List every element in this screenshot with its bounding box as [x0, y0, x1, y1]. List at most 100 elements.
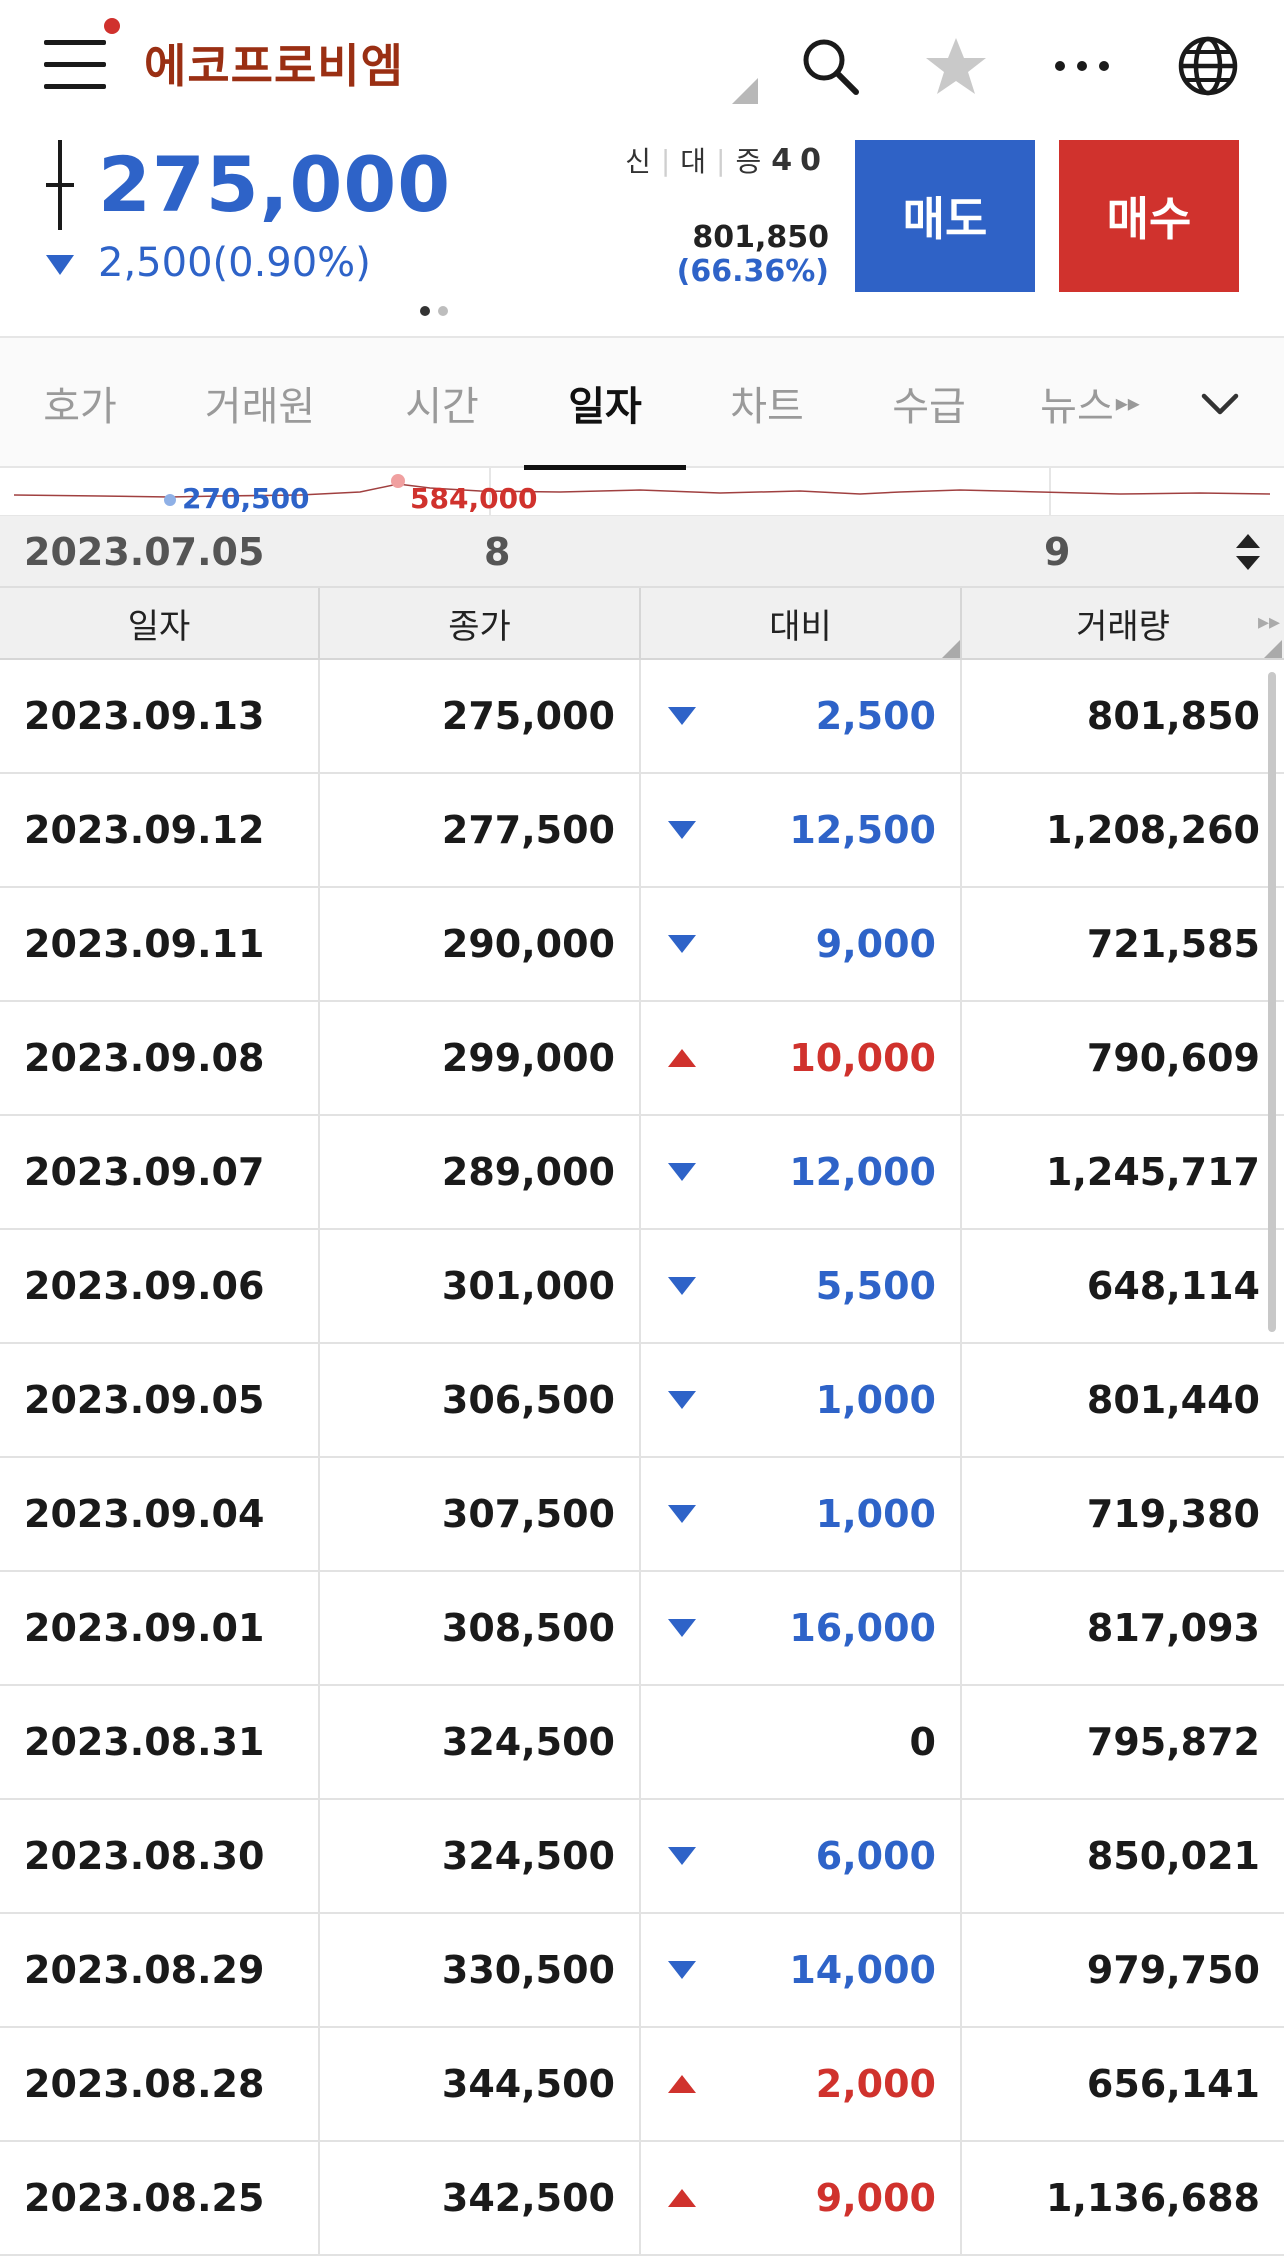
table-row[interactable]: 2023.08.28 344,500 2,000 656,141 — [0, 2028, 1284, 2142]
cell-date: 2023.08.31 — [0, 1686, 320, 1798]
table-row[interactable]: 2023.09.11 290,000 9,000 721,585 — [0, 888, 1284, 1002]
credit-label-2: 대 — [680, 145, 707, 178]
cell-date: 2023.09.08 — [0, 1002, 320, 1114]
cell-close: 299,000 — [320, 1002, 641, 1114]
cell-date: 2023.09.04 — [0, 1458, 320, 1570]
column-header-volume[interactable]: 거래량 — [962, 588, 1284, 658]
volume-column-corner[interactable] — [1264, 640, 1282, 658]
table-row[interactable]: 2023.08.31 324,500 0 795,872 — [0, 1686, 1284, 1800]
tab-news[interactable]: 뉴스 ▸▸ — [1010, 338, 1170, 468]
table-row[interactable]: 2023.09.04 307,500 1,000 719,380 — [0, 1458, 1284, 1572]
cell-volume: 719,380 — [1086, 1492, 1260, 1536]
table-row[interactable]: 2023.08.29 330,500 14,000 979,750 — [0, 1914, 1284, 2028]
daily-price-table: 2023.09.13 275,000 2,500 801,850 2023.09… — [0, 660, 1284, 2256]
date-range-bar[interactable]: 2023.07.05 8 9 — [0, 516, 1284, 588]
column-header-close[interactable]: 종가 — [320, 588, 641, 658]
cell-date: 2023.09.06 — [0, 1230, 320, 1342]
cell-diff: 9,000 — [641, 888, 962, 1000]
credit-label-3: 증 — [735, 145, 762, 178]
buy-button[interactable]: 매수 — [1059, 140, 1239, 292]
cell-close: 324,500 — [320, 1686, 641, 1798]
tab-brokers[interactable]: 거래원 — [160, 338, 360, 468]
cell-close: 308,500 — [320, 1572, 641, 1684]
cell-date: 2023.09.05 — [0, 1344, 320, 1456]
app-header: 에코프로비엠 — [0, 0, 1284, 130]
globe-icon[interactable] — [1170, 28, 1246, 104]
mini-price-chart[interactable]: 270,500 584,000 — [0, 468, 1284, 516]
cell-close: 289,000 — [320, 1116, 641, 1228]
tab-chart[interactable]: 차트 — [686, 338, 848, 468]
table-scrollbar[interactable] — [1268, 672, 1276, 1332]
cell-date: 2023.09.07 — [0, 1116, 320, 1228]
cell-volume: 1,136,688 — [1046, 2176, 1260, 2220]
page-indicator — [420, 306, 448, 316]
search-icon[interactable] — [792, 28, 868, 104]
column-header-diff[interactable]: 대비 — [641, 588, 962, 658]
cell-date: 2023.08.28 — [0, 2028, 320, 2140]
tab-daily[interactable]: 일자 — [524, 338, 686, 470]
menu-icon[interactable] — [44, 40, 106, 90]
cell-diff: 14,000 — [641, 1914, 962, 2026]
cell-diff: 2,500 — [641, 660, 962, 772]
cell-diff: 9,000 — [641, 2142, 962, 2254]
table-row[interactable]: 2023.09.08 299,000 10,000 790,609 — [0, 1002, 1284, 1116]
sell-button[interactable]: 매도 — [855, 140, 1035, 292]
cell-date: 2023.09.12 — [0, 774, 320, 886]
down-triangle-icon — [46, 255, 74, 275]
cell-volume: 979,750 — [1086, 1948, 1260, 1992]
cell-close: 330,500 — [320, 1914, 641, 2026]
cell-diff: 2,000 — [641, 2028, 962, 2140]
cell-volume: 817,093 — [1086, 1606, 1260, 1650]
column-header-date[interactable]: 일자 — [0, 588, 320, 658]
range-month-1: 8 — [484, 530, 511, 574]
credit-label-1: 신 — [625, 145, 651, 178]
cell-close: 290,000 — [320, 888, 641, 1000]
cell-diff: 1,000 — [641, 1458, 962, 1570]
stock-name-dropdown-corner[interactable] — [732, 78, 758, 104]
cell-volume: 656,141 — [1086, 2062, 1260, 2106]
cell-close: 324,500 — [320, 1800, 641, 1912]
table-row[interactable]: 2023.08.25 342,500 9,000 1,136,688 — [0, 2142, 1284, 2256]
table-row[interactable]: 2023.09.05 306,500 1,000 801,440 — [0, 1344, 1284, 1458]
candle-icon-body — [46, 183, 74, 187]
tab-bar: 호가 거래원 시간 일자 차트 수급 뉴스 ▸▸ — [0, 336, 1284, 470]
cell-close: 307,500 — [320, 1458, 641, 1570]
table-row[interactable]: 2023.09.07 289,000 12,000 1,245,717 — [0, 1116, 1284, 1230]
table-row[interactable]: 2023.09.06 301,000 5,500 648,114 — [0, 1230, 1284, 1344]
cell-volume: 790,609 — [1086, 1036, 1260, 1080]
cell-close: 301,000 — [320, 1230, 641, 1342]
table-row[interactable]: 2023.09.01 308,500 16,000 817,093 — [0, 1572, 1284, 1686]
table-row[interactable]: 2023.08.30 324,500 6,000 850,021 — [0, 1800, 1284, 1914]
cell-date: 2023.09.13 — [0, 660, 320, 772]
star-icon[interactable] — [918, 28, 994, 104]
cell-volume: 801,440 — [1086, 1378, 1260, 1422]
tab-supply[interactable]: 수급 — [848, 338, 1010, 468]
stock-name[interactable]: 에코프로비엠 — [144, 30, 404, 96]
cell-close: 344,500 — [320, 2028, 641, 2140]
more-icon[interactable] — [1044, 28, 1120, 104]
column-scroll-arrows-icon[interactable]: ▸▸ — [1258, 610, 1280, 635]
cell-volume: 850,021 — [1086, 1834, 1260, 1878]
cell-volume: 795,872 — [1086, 1720, 1260, 1764]
cell-close: 275,000 — [320, 660, 641, 772]
table-row[interactable]: 2023.09.12 277,500 12,500 1,208,260 — [0, 774, 1284, 888]
cell-diff: 0 — [641, 1686, 962, 1798]
tab-orderbook[interactable]: 호가 — [0, 338, 160, 468]
tab-scroll-arrows-icon: ▸▸ — [1115, 389, 1140, 417]
cell-date: 2023.08.25 — [0, 2142, 320, 2254]
volume-ratio: (66.36%) — [676, 254, 829, 289]
credit-value: 40 — [771, 142, 829, 178]
table-row[interactable]: 2023.09.13 275,000 2,500 801,850 — [0, 660, 1284, 774]
cell-close: 277,500 — [320, 774, 641, 886]
price-change: 2,500(0.90%) — [98, 240, 371, 286]
chevron-down-icon[interactable] — [1190, 374, 1250, 434]
cell-date: 2023.09.11 — [0, 888, 320, 1000]
cell-close: 306,500 — [320, 1344, 641, 1456]
tab-time[interactable]: 시간 — [360, 338, 524, 468]
cell-volume: 801,850 — [1086, 694, 1260, 738]
sort-icon[interactable] — [1234, 532, 1262, 572]
cell-date: 2023.09.01 — [0, 1572, 320, 1684]
mini-chart-low: 270,500 — [182, 482, 310, 515]
diff-column-corner[interactable] — [942, 640, 960, 658]
cell-diff: 1,000 — [641, 1344, 962, 1456]
